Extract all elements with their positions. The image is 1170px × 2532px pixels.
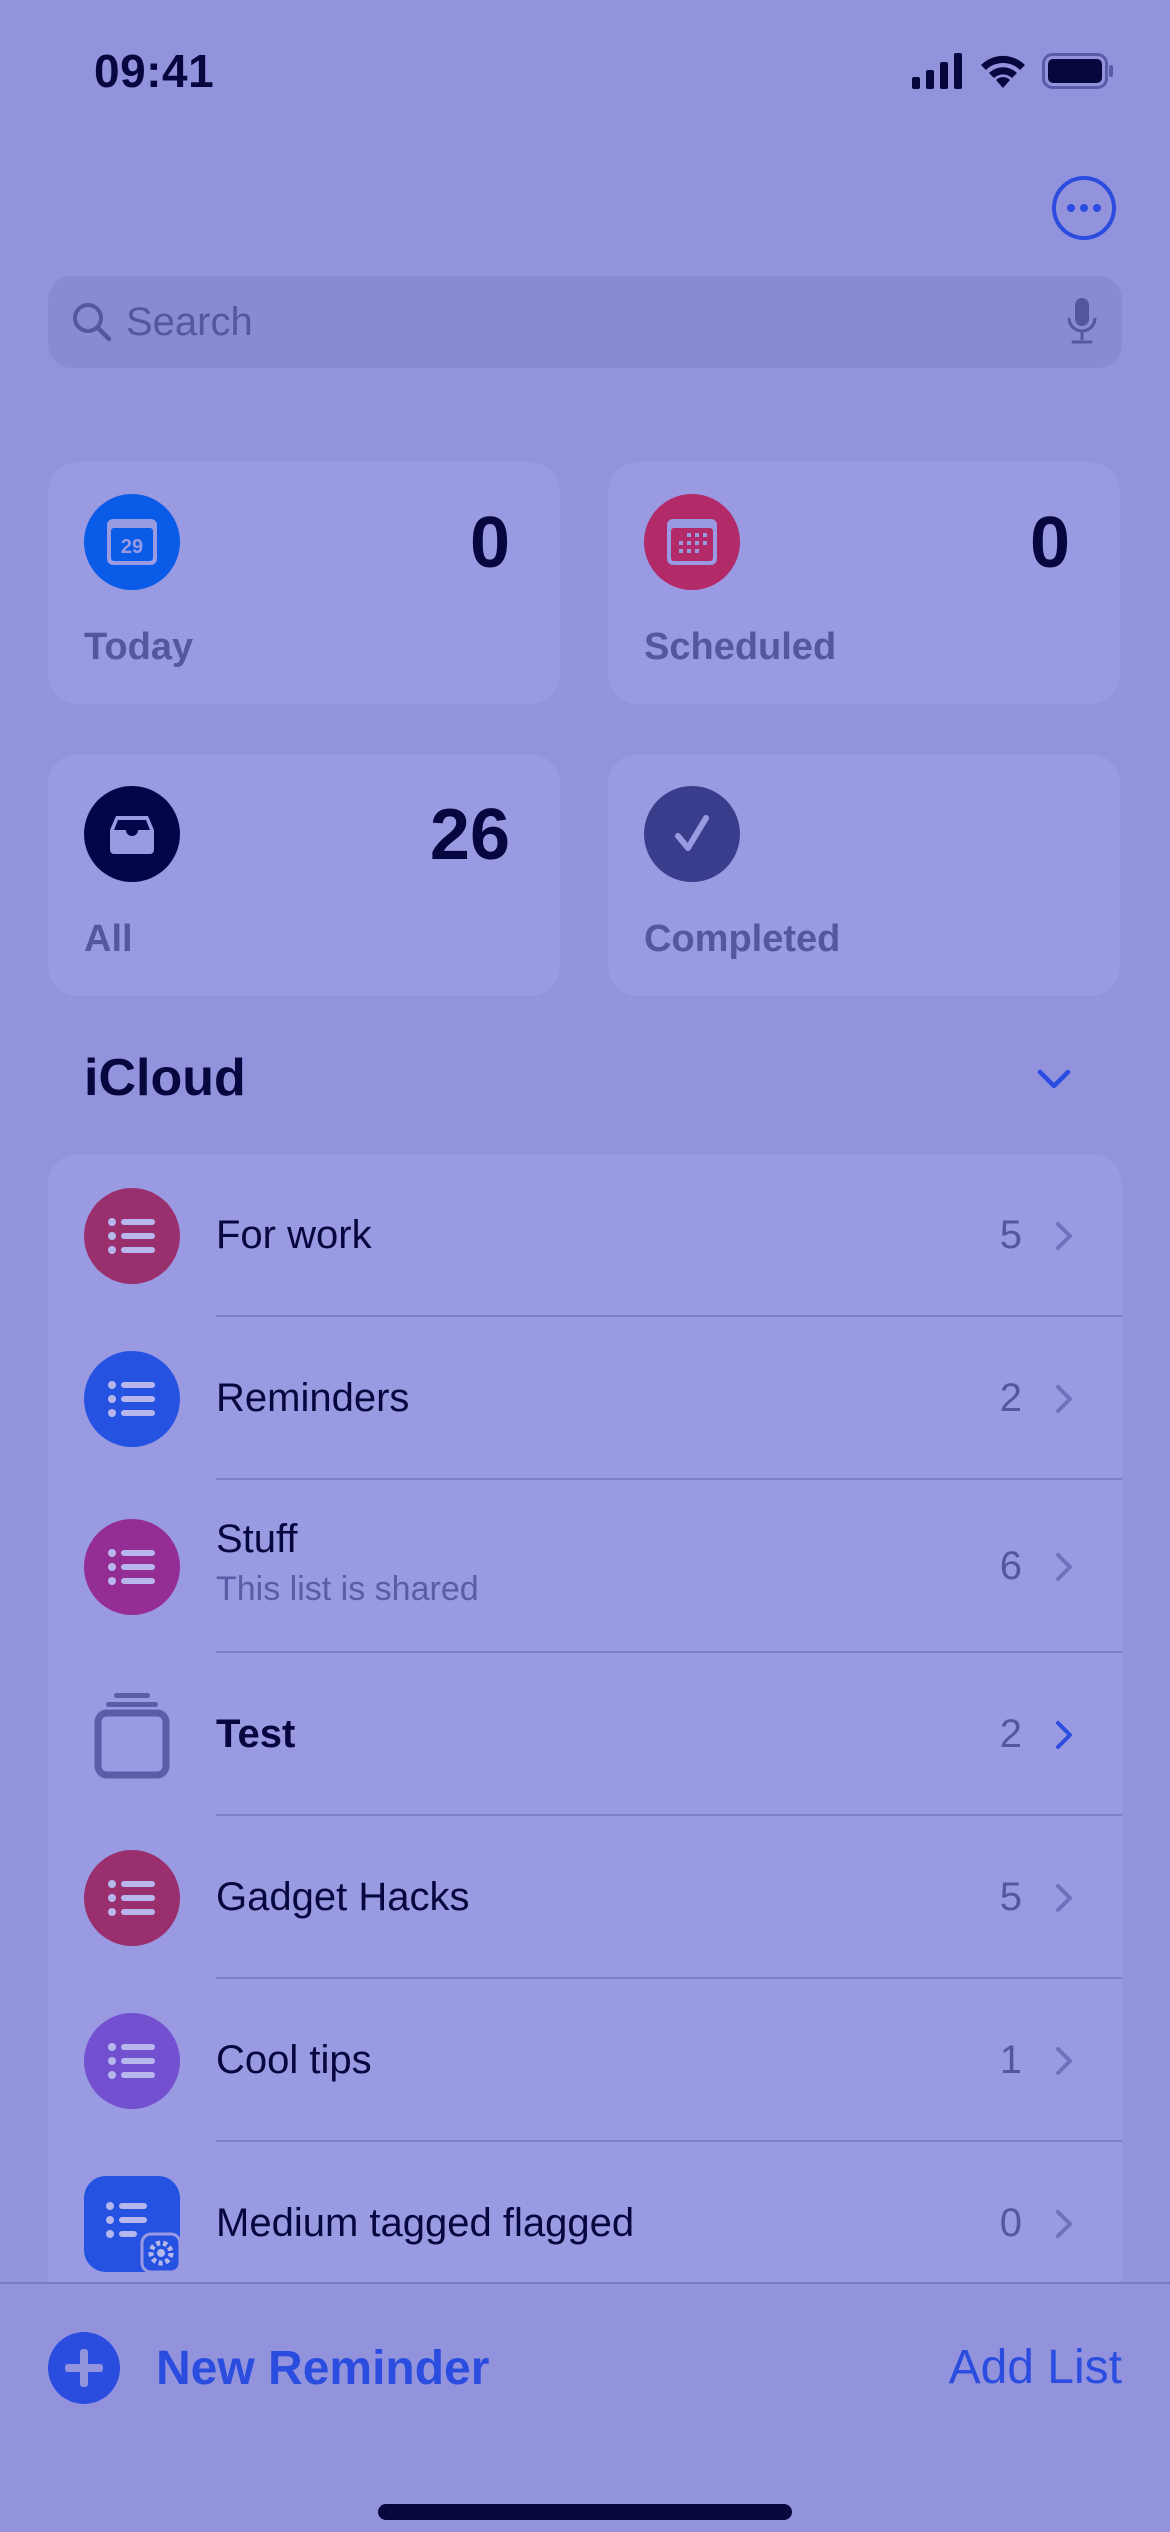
ellipsis-dot <box>1093 204 1101 212</box>
smart-list-gear-icon <box>84 2175 180 2272</box>
list-item-text: Stuff This list is shared <box>216 1517 479 1609</box>
list-item[interactable]: Reminders 2 <box>48 1317 1122 1480</box>
completed-label: Completed <box>644 918 841 960</box>
list-item-count: 6 <box>999 1543 1022 1588</box>
list-item-count: 2 <box>999 1711 1022 1756</box>
more-options-button[interactable] <box>1052 176 1116 240</box>
list-bullet-icon <box>84 1187 180 1284</box>
microphone-icon[interactable] <box>1064 296 1100 348</box>
status-time: 09:41 <box>94 45 215 97</box>
bottom-toolbar: New Reminder Add List <box>0 2282 1170 2532</box>
search-input[interactable] <box>126 299 1064 345</box>
list-item-text: For work <box>216 1213 372 1258</box>
tray-icon <box>84 786 180 882</box>
chevron-right-icon <box>1056 2046 1072 2075</box>
chevron-right-icon <box>1056 1720 1072 1749</box>
smart-list-today[interactable]: 29 0 Today <box>48 462 560 704</box>
checkmark-icon <box>644 786 740 882</box>
list-item-text: Test <box>216 1712 295 1757</box>
all-count: 26 <box>429 795 510 875</box>
chevron-right-icon <box>1056 2209 1072 2238</box>
list-item-title: Reminders <box>216 1375 410 1420</box>
list-item-subtitle: This list is shared <box>216 1569 479 1608</box>
list-item-text: Reminders <box>216 1376 409 1421</box>
smart-list-all[interactable]: 26 All <box>48 754 560 996</box>
section-title-icloud: iCloud <box>84 1049 246 1107</box>
list-bullet-icon <box>84 1350 180 1447</box>
ellipsis-icon <box>1067 204 1075 212</box>
status-icons <box>912 52 1114 90</box>
list-item-title: Stuff <box>216 1516 298 1561</box>
list-item-title: For work <box>216 1212 372 1257</box>
scheduled-label: Scheduled <box>644 626 837 668</box>
list-group-stack-icon <box>84 1687 180 1783</box>
list-item-title: Cool tips <box>216 2037 372 2082</box>
chevron-right-icon <box>1056 1883 1072 1912</box>
list-item[interactable]: Gadget Hacks 5 <box>48 1816 1122 1979</box>
cellular-signal-icon <box>912 53 962 89</box>
list-item-count: 0 <box>999 2200 1022 2245</box>
list-item-text: Gadget Hacks <box>216 1875 469 1920</box>
chevron-right-icon <box>1056 1552 1072 1581</box>
list-item-count: 2 <box>999 1375 1022 1420</box>
list-bullet-icon <box>84 1518 180 1615</box>
list-item[interactable]: Medium tagged flagged 0 <box>48 2142 1122 2284</box>
search-icon <box>73 303 112 342</box>
list-item[interactable]: Cool tips 1 <box>48 1979 1122 2142</box>
new-reminder-button[interactable]: New Reminder <box>48 2332 489 2404</box>
list-item-count: 5 <box>999 1212 1022 1257</box>
list-item-text: Cool tips <box>216 2038 372 2083</box>
all-label: All <box>84 918 133 960</box>
status-bar: 09:41 <box>0 0 1170 140</box>
list-item[interactable]: For work 5 <box>48 1154 1122 1317</box>
my-lists: For work 5 Reminders 2 Stuff This list is s… <box>48 1154 1122 2284</box>
scheduled-count: 0 <box>1029 503 1070 583</box>
ellipsis-dot <box>1080 204 1088 212</box>
calendar-day-number: 29 <box>121 536 143 558</box>
list-item-title: Test <box>216 1711 296 1756</box>
wifi-icon <box>981 55 1025 88</box>
battery-icon <box>1042 53 1113 89</box>
list-item-title: Gadget Hacks <box>216 1874 470 1919</box>
home-indicator[interactable] <box>378 2504 792 2520</box>
add-list-button[interactable]: Add List <box>949 2340 1122 2395</box>
list-item[interactable]: Test 2 <box>48 1653 1122 1816</box>
plus-circle-icon <box>48 2332 120 2404</box>
chevron-down-icon[interactable] <box>1034 1064 1074 1094</box>
list-item-count: 1 <box>999 2037 1022 2082</box>
list-item[interactable]: Stuff This list is shared 6 <box>48 1480 1122 1653</box>
list-item-title: Medium tagged flagged <box>216 2200 635 2245</box>
list-item-count: 5 <box>999 1874 1022 1919</box>
today-label: Today <box>84 626 194 668</box>
chevron-right-icon <box>1056 1221 1072 1250</box>
list-item-text: Medium tagged flagged <box>216 2201 634 2246</box>
list-bullet-icon <box>84 2012 180 2109</box>
smart-list-scheduled[interactable]: 0 Scheduled <box>608 462 1120 704</box>
list-bullet-icon <box>84 1849 180 1946</box>
search-bar[interactable] <box>48 276 1122 368</box>
today-count: 0 <box>469 503 510 583</box>
calendar-grid-icon <box>644 494 740 590</box>
new-reminder-label: New Reminder <box>156 2341 490 2395</box>
smart-list-completed[interactable]: Completed <box>608 754 1120 996</box>
calendar-day-icon: 29 <box>84 494 180 590</box>
chevron-right-icon <box>1056 1384 1072 1413</box>
